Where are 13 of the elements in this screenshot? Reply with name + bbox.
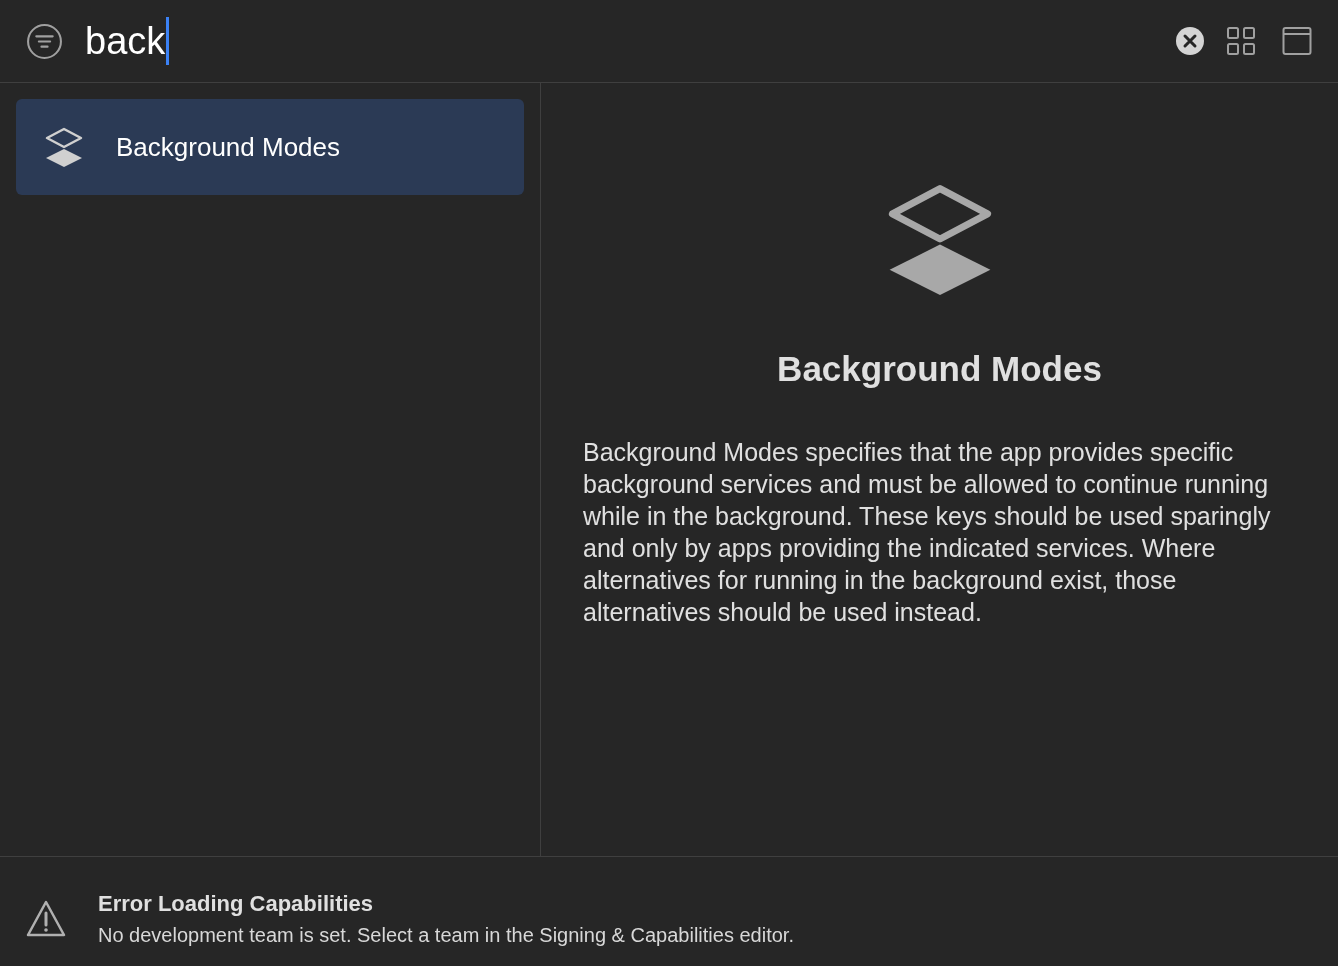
error-message: No development team is set. Select a team in the Signing & Capabilities editor.	[98, 923, 794, 948]
window-icon[interactable]	[1282, 26, 1312, 56]
detail-title: Background Modes	[777, 348, 1102, 390]
grid-icon[interactable]	[1226, 26, 1256, 56]
search-field[interactable]: back	[85, 17, 1176, 65]
filter-icon[interactable]	[26, 22, 63, 60]
capability-label: Background Modes	[116, 130, 341, 164]
warning-icon	[26, 898, 66, 939]
error-title: Error Loading Capabilities	[98, 890, 375, 918]
capability-item[interactable]: Background Modes	[16, 99, 524, 195]
detail-description: Background Modes specifies that the app provides specific background services and must be allowed to continue running while in the background. These keys should be used sparingly and only by apps providing the indicated services. Where alternatives for running in the background exist, those alternatives should be used instead.	[583, 436, 1272, 628]
clear-icon[interactable]	[1176, 27, 1204, 55]
layers-icon	[44, 127, 84, 167]
